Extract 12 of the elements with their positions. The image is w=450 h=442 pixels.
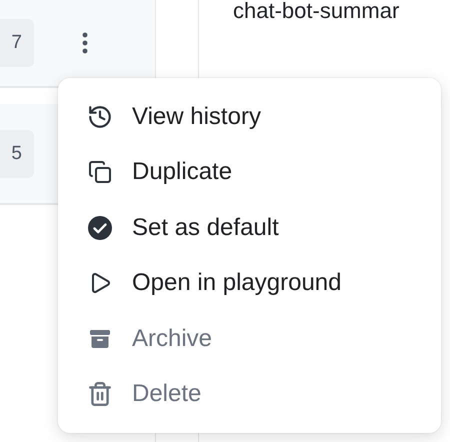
version-badge: 5 (0, 130, 34, 178)
menu-item[interactable]: Set as default (58, 200, 441, 256)
history-icon (87, 104, 113, 130)
trash-icon (87, 381, 113, 408)
menu-item[interactable]: View history (58, 89, 441, 144)
more-icon[interactable] (82, 32, 88, 54)
menu-item[interactable]: Open in playground (58, 256, 441, 311)
menu-item[interactable]: Duplicate (58, 144, 441, 200)
prompt-name: chat-bot-summar (233, 0, 400, 22)
copy-icon (88, 160, 112, 184)
check-circle-icon (87, 214, 113, 241)
version-badge: 7 (0, 19, 34, 67)
